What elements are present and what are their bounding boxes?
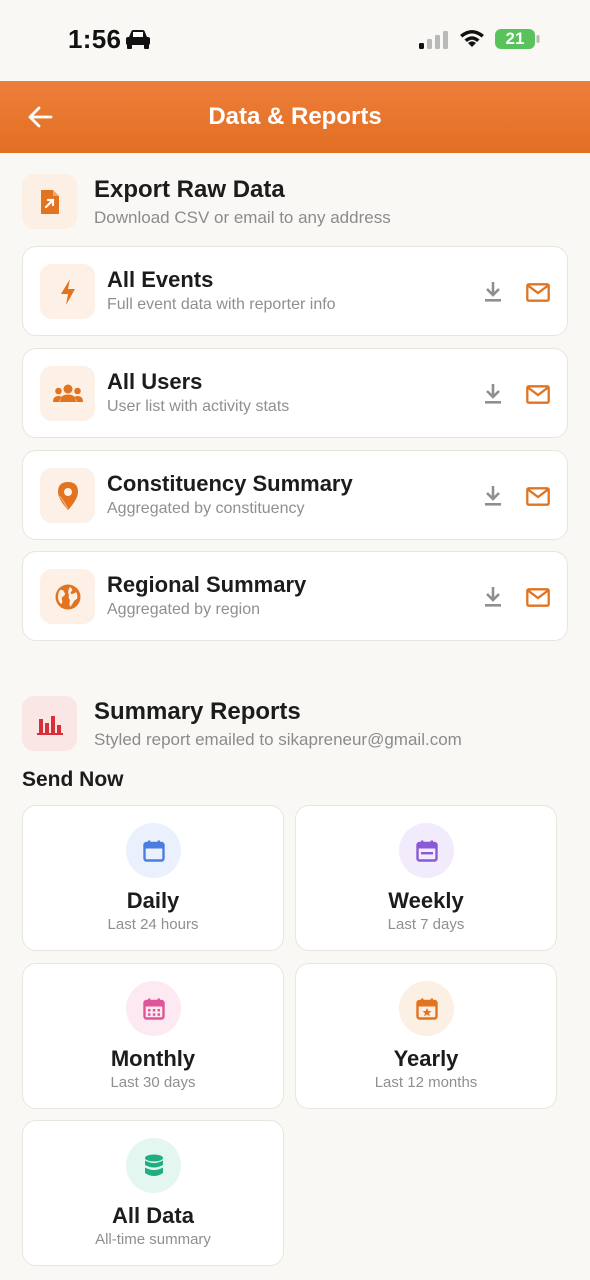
users-icon: [52, 384, 83, 402]
report-title: Monthly: [110, 1046, 196, 1071]
file-export-icon: [40, 189, 59, 214]
export-card-constituency-summary: Constituency Summary Aggregated by const…: [22, 450, 568, 540]
report-card-monthly[interactable]: Monthly Last 30 days: [22, 963, 284, 1109]
summary-section-title: Summary Reports: [94, 698, 301, 725]
calendar-icon: [142, 840, 165, 862]
export-card-title: Constituency Summary: [107, 471, 353, 496]
globe-icon: [55, 584, 80, 609]
car-icon: [126, 30, 150, 49]
report-icon: [126, 823, 181, 878]
export-card-subtitle: User list with activity stats: [107, 398, 290, 415]
status-bar: 1:56 21: [0, 0, 590, 80]
report-subtitle: Last 24 hours: [107, 916, 199, 933]
report-icon: [126, 981, 181, 1036]
email-button[interactable]: [523, 582, 553, 612]
download-button[interactable]: [479, 379, 507, 409]
arrow-left-icon: [28, 106, 53, 128]
calendar-week-icon: [415, 840, 438, 862]
export-section-header: Export Raw Data Download CSV or email to…: [22, 174, 568, 230]
download-icon: [485, 587, 501, 607]
export-card-icon: [40, 569, 95, 624]
export-card-all-events: All Events Full event data with reporter…: [22, 246, 568, 336]
mail-icon: [526, 282, 550, 302]
export-section-title: Export Raw Data: [94, 176, 285, 203]
download-button[interactable]: [479, 582, 507, 612]
export-card-icon: [40, 366, 95, 421]
download-button[interactable]: [479, 277, 507, 307]
status-time: 1:56: [68, 24, 122, 54]
download-icon: [485, 282, 501, 302]
email-button[interactable]: [523, 277, 553, 307]
report-title: Daily: [126, 888, 180, 913]
export-card-all-users: All Users User list with activity stats: [22, 348, 568, 438]
app-header: Data & Reports: [0, 81, 590, 153]
battery-level: 21: [505, 29, 525, 48]
bolt-icon: [60, 278, 75, 305]
back-button[interactable]: [22, 99, 58, 135]
export-card-subtitle: Full event data with reporter info: [107, 296, 336, 313]
mail-icon: [526, 384, 550, 404]
download-icon: [485, 486, 501, 506]
export-section-icon: [22, 174, 77, 229]
export-card-title: All Users: [107, 369, 203, 394]
report-subtitle: All-time summary: [95, 1231, 211, 1248]
summary-section-subtitle: Styled report emailed to sikapreneur@gma…: [94, 730, 462, 749]
export-card-icon: [40, 468, 95, 523]
export-card-regional-summary: Regional Summary Aggregated by region: [22, 551, 568, 641]
report-subtitle: Last 12 months: [374, 1074, 478, 1091]
bar-chart-icon: [36, 715, 63, 735]
send-now-label: Send Now: [22, 768, 124, 791]
report-icon: [399, 823, 454, 878]
report-card-yearly[interactable]: Yearly Last 12 months: [295, 963, 557, 1109]
report-card-daily[interactable]: Daily Last 24 hours: [22, 805, 284, 951]
download-icon: [485, 384, 501, 404]
report-subtitle: Last 30 days: [110, 1074, 196, 1091]
report-icon: [126, 1138, 181, 1193]
export-section-subtitle: Download CSV or email to any address: [94, 208, 391, 227]
cellular-signal-icon: [419, 31, 448, 49]
page-title: Data & Reports: [208, 103, 382, 130]
export-card-title: Regional Summary: [107, 572, 307, 597]
summary-section-header: Summary Reports Styled report emailed to…: [22, 696, 568, 752]
mail-icon: [526, 587, 550, 607]
report-subtitle: Last 7 days: [387, 916, 465, 933]
calendar-month-icon: [142, 998, 165, 1020]
email-button[interactable]: [523, 379, 553, 409]
export-card-icon: [40, 264, 95, 319]
database-icon: [144, 1154, 163, 1176]
report-title: Weekly: [388, 888, 464, 913]
mail-icon: [526, 486, 550, 506]
report-icon: [399, 981, 454, 1036]
report-title: All Data: [112, 1203, 194, 1228]
download-button[interactable]: [479, 481, 507, 511]
report-title: Yearly: [393, 1046, 459, 1071]
export-card-subtitle: Aggregated by constituency: [107, 500, 305, 517]
report-card-all-data[interactable]: All Data All-time summary: [22, 1120, 284, 1266]
report-card-weekly[interactable]: Weekly Last 7 days: [295, 805, 557, 951]
email-button[interactable]: [523, 481, 553, 511]
wifi-icon: [460, 30, 484, 47]
export-card-title: All Events: [107, 267, 214, 292]
summary-section-icon: [22, 696, 77, 751]
calendar-star-icon: [415, 998, 438, 1020]
export-card-subtitle: Aggregated by region: [107, 601, 260, 618]
map-pin-icon: [57, 481, 78, 510]
